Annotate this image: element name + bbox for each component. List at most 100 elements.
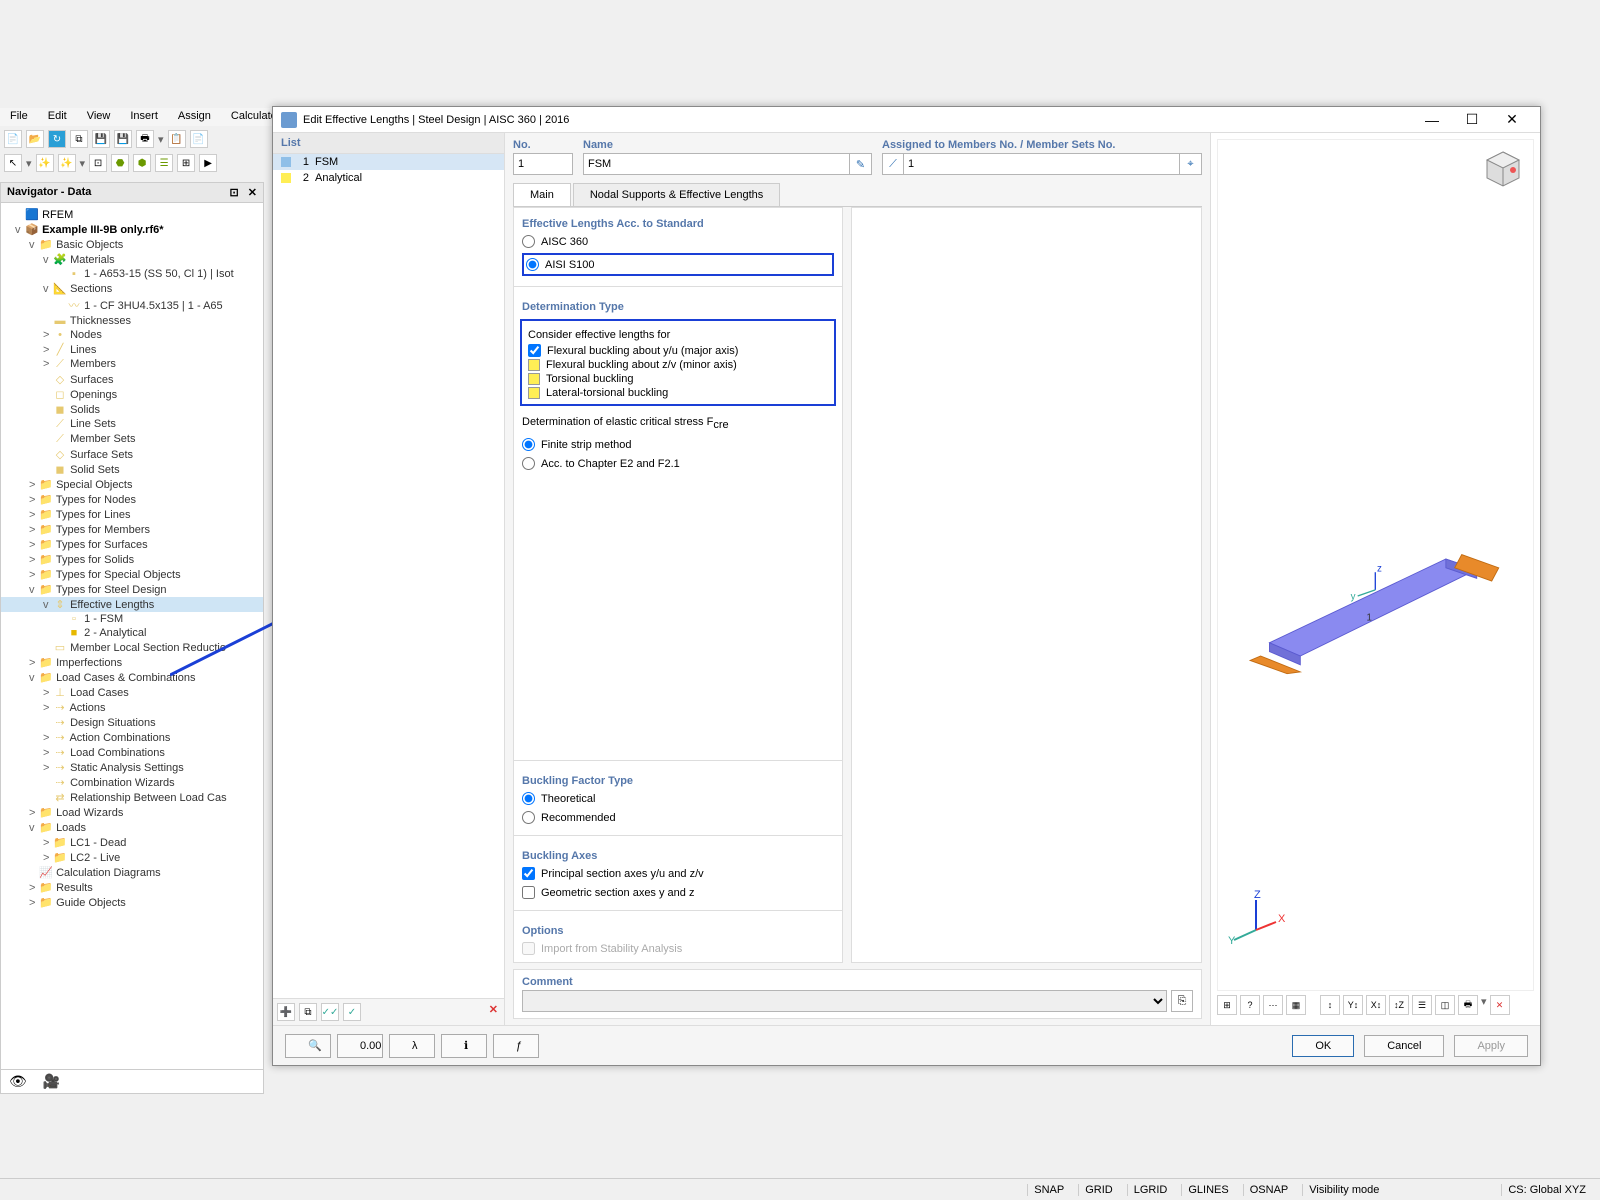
tree-item[interactable]: >⇢ Action Combinations bbox=[1, 730, 263, 745]
status-lgrid[interactable]: LGRID bbox=[1127, 1184, 1174, 1196]
tab-main[interactable]: Main bbox=[513, 183, 571, 206]
name-input[interactable] bbox=[583, 153, 850, 175]
radio-finite-strip[interactable] bbox=[522, 438, 535, 451]
tree-item[interactable]: v📁 Load Cases & Combinations bbox=[1, 670, 263, 685]
tb-cursor-icon[interactable]: ↖ bbox=[4, 154, 22, 172]
tree-item[interactable]: 〰 1 - CF 3HU4.5x135 | 1 - A65 bbox=[1, 296, 263, 314]
chk-geometric-axes[interactable] bbox=[522, 886, 535, 899]
status-glines[interactable]: GLINES bbox=[1181, 1184, 1234, 1196]
tb-wand-icon[interactable]: ✨ bbox=[36, 154, 54, 172]
tree-item[interactable]: ■ 2 - Analytical bbox=[1, 626, 263, 640]
minimize-button[interactable]: — bbox=[1412, 107, 1452, 133]
preview-3d-viewport[interactable]: 1 z y Z Y X bbox=[1217, 139, 1534, 991]
script-button[interactable]: ƒ bbox=[493, 1034, 539, 1058]
pv-btn3[interactable]: ⋯ bbox=[1263, 995, 1283, 1015]
status-grid[interactable]: GRID bbox=[1078, 1184, 1119, 1196]
name-edit-icon[interactable]: ✎ bbox=[850, 153, 872, 175]
tree-item[interactable]: ◇ Surfaces bbox=[1, 372, 263, 387]
list-body[interactable]: 1 FSM 2 Analytical bbox=[273, 154, 504, 998]
tree-item[interactable]: >📁 Results bbox=[1, 880, 263, 895]
tree-item[interactable]: >⟋ Members bbox=[1, 357, 263, 372]
tab-nodal-supports[interactable]: Nodal Supports & Effective Lengths bbox=[573, 183, 780, 206]
tree-item[interactable]: v🧩 Materials bbox=[1, 252, 263, 267]
radio-aisis100[interactable] bbox=[526, 258, 539, 271]
list-check2-icon[interactable]: ✓ bbox=[343, 1003, 361, 1021]
menu-edit[interactable]: Edit bbox=[38, 108, 77, 126]
dialog-titlebar[interactable]: Edit Effective Lengths | Steel Design | … bbox=[273, 107, 1540, 133]
tb-layer-icon[interactable]: ☰ bbox=[155, 154, 173, 172]
tb-grid-icon[interactable]: ⊞ bbox=[177, 154, 195, 172]
pv-view-iso[interactable]: ↕Z bbox=[1389, 995, 1409, 1015]
tree-item[interactable]: >📁 Special Objects bbox=[1, 477, 263, 492]
tree-item[interactable]: v⇕ Effective Lengths bbox=[1, 597, 263, 612]
tb-refresh-icon[interactable]: ↻ bbox=[48, 130, 66, 148]
pv-print[interactable]: 🖶 bbox=[1458, 995, 1478, 1015]
tree-model[interactable]: Example III-9B only.rf6* bbox=[42, 224, 163, 236]
menu-assign[interactable]: Assign bbox=[168, 108, 221, 126]
maximize-button[interactable]: ☐ bbox=[1452, 107, 1492, 133]
tree-item[interactable]: v📁 Loads bbox=[1, 820, 263, 835]
tree-item[interactable]: >📁 Guide Objects bbox=[1, 895, 263, 910]
tree-item[interactable]: >📁 Load Wizards bbox=[1, 805, 263, 820]
cube-gizmo-icon[interactable] bbox=[1481, 148, 1525, 192]
tree-item[interactable]: ⇢ Design Situations bbox=[1, 715, 263, 730]
pv-btn1[interactable]: ⊞ bbox=[1217, 995, 1237, 1015]
menubar[interactable]: File Edit View Insert Assign Calculate bbox=[0, 108, 287, 126]
tree-item[interactable]: ⇄ Relationship Between Load Cas bbox=[1, 790, 263, 805]
pick-members-icon[interactable]: ⌖ bbox=[1180, 153, 1202, 175]
pv-view-xz[interactable]: X↕ bbox=[1366, 995, 1386, 1015]
tree-item[interactable]: >📁 LC1 - Dead bbox=[1, 835, 263, 850]
tb-run-icon[interactable]: ▶ bbox=[199, 154, 217, 172]
tb-save-icon[interactable]: 💾 bbox=[92, 130, 110, 148]
tree-item[interactable]: >• Nodes bbox=[1, 328, 263, 342]
menu-view[interactable]: View bbox=[77, 108, 121, 126]
tree-item[interactable]: ▭ Member Local Section Reductio bbox=[1, 640, 263, 655]
tb-wand2-icon[interactable]: ✨ bbox=[58, 154, 76, 172]
tree-item[interactable]: >⇢ Static Analysis Settings bbox=[1, 760, 263, 775]
tree-item[interactable]: ◼ Solid Sets bbox=[1, 462, 263, 477]
tree-item[interactable]: ⟋ Line Sets bbox=[1, 417, 263, 432]
tree-item[interactable]: v📁 Types for Steel Design bbox=[1, 582, 263, 597]
tree-item[interactable]: >⇢ Load Combinations bbox=[1, 745, 263, 760]
tree-item[interactable]: v📐 Sections bbox=[1, 281, 263, 296]
tree-item[interactable]: ◇ Surface Sets bbox=[1, 447, 263, 462]
radio-chapter-e2[interactable] bbox=[522, 457, 535, 470]
pv-btn2[interactable]: ? bbox=[1240, 995, 1260, 1015]
tb-new-icon[interactable]: 📄 bbox=[4, 130, 22, 148]
nav-eye-icon[interactable]: 👁 bbox=[9, 1073, 27, 1090]
tree-root[interactable]: RFEM bbox=[42, 209, 73, 221]
tree-item[interactable]: ⟋ Member Sets bbox=[1, 432, 263, 447]
tree-item[interactable]: >⊥ Load Cases bbox=[1, 685, 263, 700]
tree-item[interactable]: ⇢ Combination Wizards bbox=[1, 775, 263, 790]
tb-obj1-icon[interactable]: ⬣ bbox=[111, 154, 129, 172]
status-snap[interactable]: SNAP bbox=[1027, 1184, 1070, 1196]
list-delete-icon[interactable]: ✕ bbox=[489, 1003, 498, 1016]
tree-item[interactable]: ▬ Thicknesses bbox=[1, 314, 263, 328]
tb-print-icon[interactable]: 🖶 bbox=[136, 130, 154, 148]
tb-saveall-icon[interactable]: 💾 bbox=[114, 130, 132, 148]
tree-item[interactable]: ▪ 1 - A653-15 (SS 50, Cl 1) | Isot bbox=[1, 267, 263, 281]
comment-button[interactable]: ⎘ bbox=[1171, 990, 1193, 1012]
chk-principal-axes[interactable] bbox=[522, 867, 535, 880]
tree-item[interactable]: >📁 Types for Surfaces bbox=[1, 537, 263, 552]
navigator-tree[interactable]: 🟦 RFEM v📦 Example III-9B only.rf6* v📁 Ba… bbox=[1, 203, 263, 1063]
comment-select[interactable] bbox=[522, 990, 1167, 1012]
nav-camera-icon[interactable]: 🎥 bbox=[43, 1073, 60, 1090]
tree-item[interactable]: 📈 Calculation Diagrams bbox=[1, 865, 263, 880]
list-row-2[interactable]: 2 Analytical bbox=[273, 170, 504, 186]
radio-theoretical[interactable] bbox=[522, 792, 535, 805]
tb-obj2-icon[interactable]: ⬢ bbox=[133, 154, 151, 172]
cancel-button[interactable]: Cancel bbox=[1364, 1035, 1444, 1057]
tree-item[interactable]: ◼ Solids bbox=[1, 402, 263, 417]
tb-doc-icon[interactable]: 📄 bbox=[190, 130, 208, 148]
tree-item[interactable]: ▫ 1 - FSM bbox=[1, 612, 263, 626]
menu-insert[interactable]: Insert bbox=[120, 108, 168, 126]
tb-clip-icon[interactable]: 📋 bbox=[168, 130, 186, 148]
pv-view-xy[interactable]: ↕ bbox=[1320, 995, 1340, 1015]
tb-copy-icon[interactable]: ⧉ bbox=[70, 130, 88, 148]
radio-aisc360[interactable] bbox=[522, 235, 535, 248]
info-button[interactable]: ℹ bbox=[441, 1034, 487, 1058]
pv-close[interactable]: ✕ bbox=[1490, 995, 1510, 1015]
tree-item[interactable]: >📁 Types for Members bbox=[1, 522, 263, 537]
close-button[interactable]: ✕ bbox=[1492, 107, 1532, 133]
